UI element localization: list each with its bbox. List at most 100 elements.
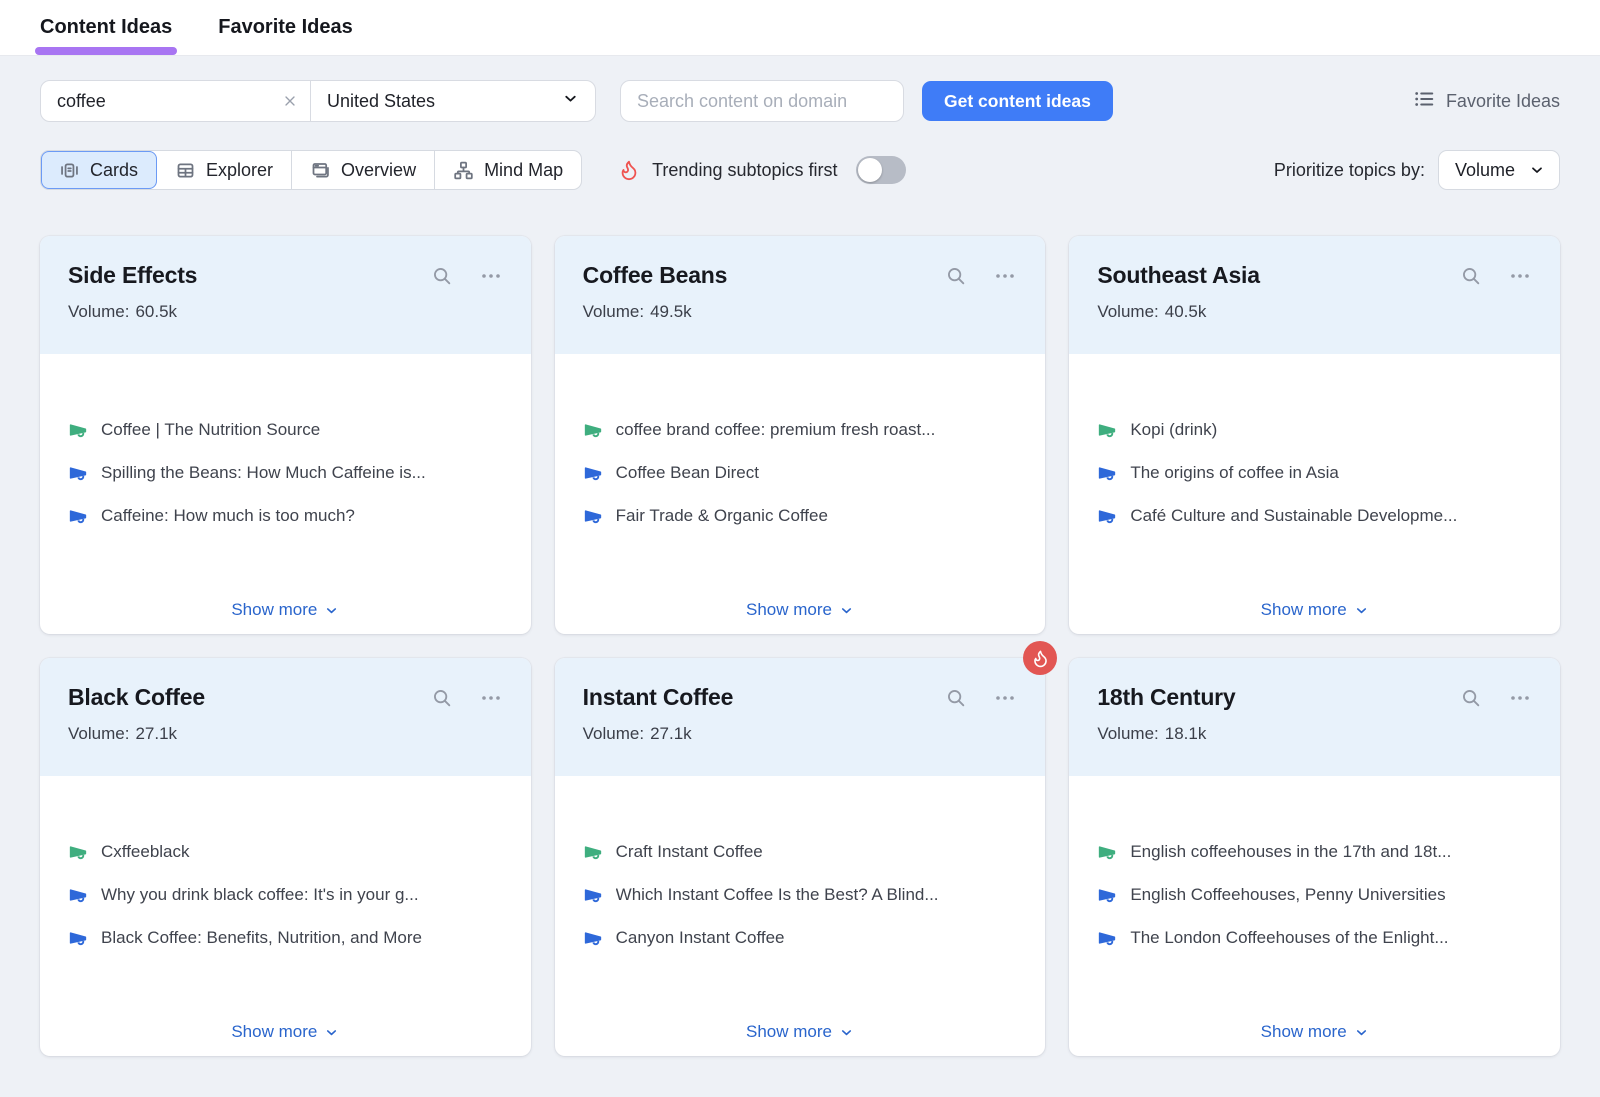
idea-item[interactable]: coffee brand coffee: premium fresh roast…: [583, 418, 1018, 442]
topic-query-wrap: [41, 81, 311, 121]
megaphone-icon: [68, 928, 88, 948]
volume-label: Volume:: [68, 302, 129, 322]
show-more-button[interactable]: Show more: [1261, 1022, 1369, 1042]
card-header: Instant Coffee Volume:27.1k: [555, 658, 1046, 776]
idea-item[interactable]: English Coffeehouses, Penny Universities: [1097, 883, 1532, 907]
report-icon: [310, 160, 331, 181]
card-items: coffee brand coffee: premium fresh roast…: [555, 354, 1046, 528]
megaphone-icon: [1097, 885, 1117, 905]
idea-item[interactable]: Café Culture and Sustainable Developme..…: [1097, 504, 1532, 528]
views-row: Cards Explorer Overview Mind Map Trendin…: [40, 150, 1560, 190]
region-select[interactable]: United States: [311, 81, 595, 121]
idea-item-text: Kopi (drink): [1130, 420, 1217, 440]
topic-search-combo: United States: [40, 80, 596, 122]
megaphone-icon: [1097, 463, 1117, 483]
card-title: Southeast Asia: [1097, 262, 1260, 289]
view-mindmap-button[interactable]: Mind Map: [435, 151, 581, 189]
topic-card-18th-century: 18th Century Volume:18.1k English coffee…: [1069, 658, 1560, 1056]
show-more-button[interactable]: Show more: [231, 1022, 339, 1042]
topic-card-black-coffee: Black Coffee Volume:27.1k Cxffeeblack Wh…: [40, 658, 531, 1056]
volume-value: 27.1k: [135, 724, 177, 744]
idea-item[interactable]: Cxffeeblack: [68, 840, 503, 864]
card-more-icon[interactable]: [479, 264, 503, 288]
favorite-ideas-label: Favorite Ideas: [1446, 91, 1560, 112]
show-more-button[interactable]: Show more: [1261, 600, 1369, 620]
idea-item[interactable]: Which Instant Coffee Is the Best? A Blin…: [583, 883, 1018, 907]
card-more-icon[interactable]: [1508, 686, 1532, 710]
prioritize-select[interactable]: Volume: [1438, 150, 1560, 190]
volume-label: Volume:: [583, 724, 644, 744]
show-more-button[interactable]: Show more: [746, 600, 854, 620]
megaphone-icon: [583, 928, 603, 948]
card-search-icon[interactable]: [945, 687, 967, 709]
card-search-icon[interactable]: [945, 265, 967, 287]
volume-label: Volume:: [583, 302, 644, 322]
favorite-ideas-link[interactable]: Favorite Ideas: [1413, 88, 1560, 115]
card-search-icon[interactable]: [1460, 687, 1482, 709]
show-more-label: Show more: [746, 600, 832, 620]
chevron-down-icon: [562, 90, 579, 112]
idea-item[interactable]: Caffeine: How much is too much?: [68, 504, 503, 528]
idea-item[interactable]: Spilling the Beans: How Much Caffeine is…: [68, 461, 503, 485]
card-items: English coffeehouses in the 17th and 18t…: [1069, 776, 1560, 950]
idea-item[interactable]: Coffee Bean Direct: [583, 461, 1018, 485]
megaphone-icon: [583, 506, 603, 526]
card-items: Coffee | The Nutrition Source Spilling t…: [40, 354, 531, 528]
idea-item[interactable]: Canyon Instant Coffee: [583, 926, 1018, 950]
card-search-icon[interactable]: [431, 265, 453, 287]
volume-label: Volume:: [68, 724, 129, 744]
idea-item-text: English coffeehouses in the 17th and 18t…: [1130, 842, 1451, 862]
card-search-icon[interactable]: [431, 687, 453, 709]
tab-content-ideas[interactable]: Content Ideas: [40, 0, 172, 55]
card-search-icon[interactable]: [1460, 265, 1482, 287]
view-overview-button[interactable]: Overview: [292, 151, 435, 189]
megaphone-icon: [583, 885, 603, 905]
get-content-ideas-button[interactable]: Get content ideas: [922, 81, 1113, 121]
idea-item[interactable]: Fair Trade & Organic Coffee: [583, 504, 1018, 528]
card-header: Black Coffee Volume:27.1k: [40, 658, 531, 776]
topic-query-input[interactable]: [57, 91, 274, 112]
idea-item-text: Black Coffee: Benefits, Nutrition, and M…: [101, 928, 422, 948]
view-cards-button[interactable]: Cards: [41, 151, 157, 189]
show-more-label: Show more: [1261, 600, 1347, 620]
idea-item[interactable]: The London Coffeehouses of the Enlight..…: [1097, 926, 1532, 950]
tab-bar: Content Ideas Favorite Ideas: [0, 0, 1600, 56]
volume-value: 60.5k: [135, 302, 177, 322]
card-header: Side Effects Volume:60.5k: [40, 236, 531, 354]
card-items: Cxffeeblack Why you drink black coffee: …: [40, 776, 531, 950]
idea-item[interactable]: Black Coffee: Benefits, Nutrition, and M…: [68, 926, 503, 950]
domain-search-input[interactable]: [620, 80, 904, 122]
clear-query-icon[interactable]: [282, 93, 298, 109]
region-select-value: United States: [327, 91, 435, 112]
card-more-icon[interactable]: [479, 686, 503, 710]
idea-item[interactable]: Craft Instant Coffee: [583, 840, 1018, 864]
idea-item-text: Caffeine: How much is too much?: [101, 506, 355, 526]
idea-item[interactable]: Why you drink black coffee: It's in your…: [68, 883, 503, 907]
megaphone-icon: [1097, 928, 1117, 948]
view-cards-label: Cards: [90, 160, 138, 181]
card-more-icon[interactable]: [993, 686, 1017, 710]
table-icon: [175, 160, 196, 181]
megaphone-icon: [68, 463, 88, 483]
show-more-button[interactable]: Show more: [231, 600, 339, 620]
view-explorer-button[interactable]: Explorer: [157, 151, 292, 189]
megaphone-icon: [1097, 506, 1117, 526]
idea-item[interactable]: The origins of coffee in Asia: [1097, 461, 1532, 485]
card-header: Coffee Beans Volume:49.5k: [555, 236, 1046, 354]
card-more-icon[interactable]: [993, 264, 1017, 288]
idea-item-text: The origins of coffee in Asia: [1130, 463, 1339, 483]
idea-item-text: Cxffeeblack: [101, 842, 190, 862]
tab-favorite-ideas[interactable]: Favorite Ideas: [218, 0, 353, 55]
trending-toggle[interactable]: [856, 156, 906, 184]
show-more-button[interactable]: Show more: [746, 1022, 854, 1042]
card-title: 18th Century: [1097, 684, 1235, 711]
idea-item[interactable]: Kopi (drink): [1097, 418, 1532, 442]
idea-item-text: Fair Trade & Organic Coffee: [616, 506, 828, 526]
idea-item[interactable]: Coffee | The Nutrition Source: [68, 418, 503, 442]
volume-label: Volume:: [1097, 302, 1158, 322]
idea-item[interactable]: English coffeehouses in the 17th and 18t…: [1097, 840, 1532, 864]
list-icon: [1413, 88, 1435, 115]
card-more-icon[interactable]: [1508, 264, 1532, 288]
search-row: United States Get content ideas Favorite…: [40, 80, 1560, 122]
idea-item-text: Coffee | The Nutrition Source: [101, 420, 320, 440]
